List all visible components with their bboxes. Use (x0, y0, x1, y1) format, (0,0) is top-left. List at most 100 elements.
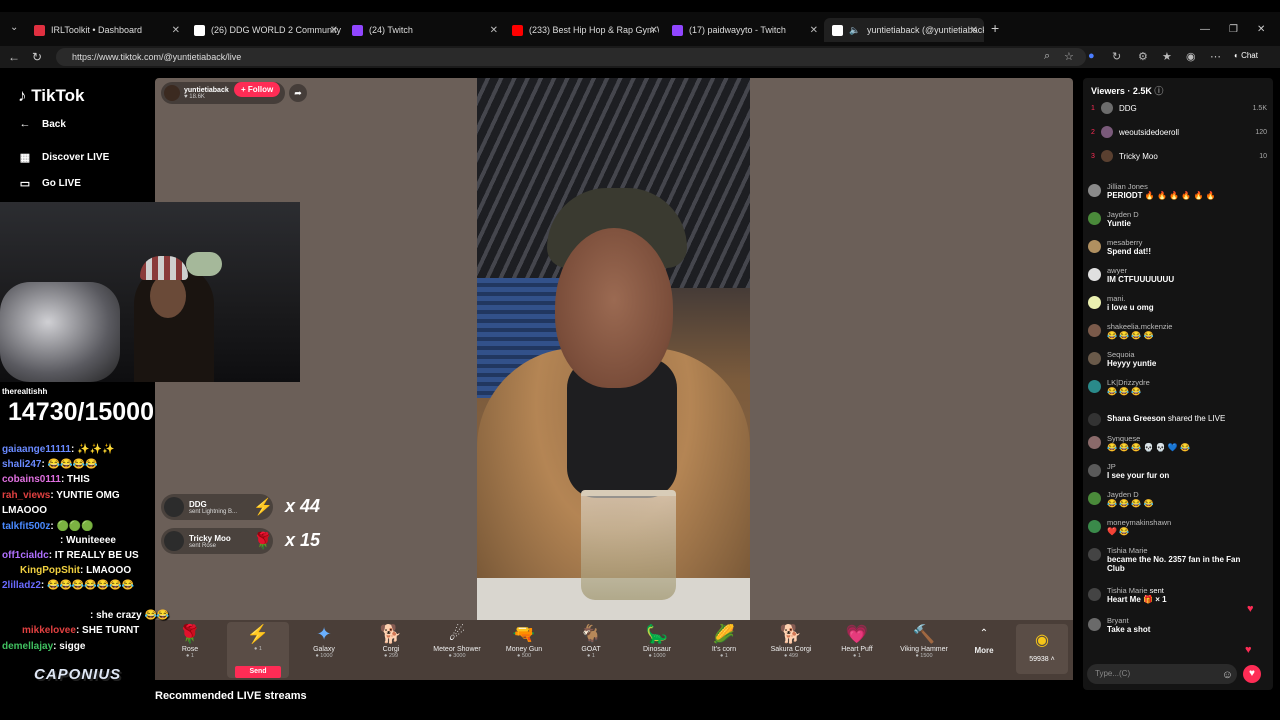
gift-rose[interactable]: 🌹 Rose ● 1 (159, 622, 221, 678)
extension-icon[interactable]: ● (1088, 50, 1095, 62)
gift-price: ● 1500 (915, 653, 933, 659)
back-link[interactable]: ← Back (18, 118, 66, 130)
avatar (1101, 102, 1113, 114)
tab-twitch[interactable]: (24) Twitch ✕ (344, 18, 504, 42)
speaker-icon[interactable]: 🔈 (849, 25, 861, 36)
gift-money-gun[interactable]: 🔫 Money Gun ● 500 (493, 622, 555, 678)
profile-avatar[interactable]: ◉ (1186, 50, 1196, 63)
tab-tiktok[interactable]: 🔈 yuntietiaback (@yuntietiaback ✕ (824, 18, 984, 42)
reload-icon[interactable]: ↻ (32, 50, 42, 64)
more-gifts-button[interactable]: ⌃ More (953, 622, 1015, 678)
chat-message: Jillian Jones PERIODT 🔥 🔥 🔥 🔥 🔥 🔥 (1088, 182, 1268, 200)
go-live-link[interactable]: ▭ Go LIVE (18, 177, 81, 190)
tab-list-icon[interactable]: ⌄ (10, 22, 18, 33)
gift-galaxy[interactable]: ✦ Galaxy ● 1000 (293, 622, 355, 678)
chat-user[interactable]: Synquese (1107, 434, 1190, 443)
tab-youtube[interactable]: (233) Best Hip Hop & Rap Gym W ✕ (504, 18, 664, 42)
chat-user[interactable]: Sequoia (1107, 350, 1156, 359)
more-label: More (974, 646, 994, 655)
gift-price: ● 1 (254, 646, 262, 652)
minimize-icon[interactable]: — (1200, 24, 1210, 35)
overlay-line: LMAOOO (2, 505, 47, 519)
copilot-chat-button[interactable]: ◐ Chat (1234, 51, 1258, 60)
chat-user[interactable]: Jillian Jones (1107, 182, 1216, 191)
gift-goat[interactable]: 🐐 GOAT ● 1 (560, 622, 622, 678)
overlay-user: cobains0111 (2, 474, 61, 485)
live-video[interactable] (477, 78, 750, 626)
chat-message: LK|Drizzydre 😂 😂 😂 (1088, 378, 1268, 396)
chat-user[interactable]: Tishia Marie (1107, 546, 1257, 555)
chat-user[interactable]: JP (1107, 462, 1169, 471)
chat-message: Jayden D 😂 😂 😂 😂 (1088, 490, 1268, 508)
favorite-icon[interactable]: ☆ (1064, 50, 1074, 63)
gift-corgi[interactable]: 🐕 Corgi ● 299 (360, 622, 422, 678)
emoji-icon[interactable]: ☺ (1222, 665, 1233, 685)
close-icon[interactable]: ✕ (490, 25, 498, 36)
zoom-icon[interactable]: ⌕ (1044, 50, 1050, 63)
favorites-bar-icon[interactable]: ★ (1162, 50, 1172, 63)
follow-button[interactable]: + Follow (234, 82, 281, 97)
close-icon[interactable]: ✕ (172, 25, 180, 36)
chat-user[interactable]: awyer (1107, 266, 1174, 275)
hammer-icon: 🔨 (912, 624, 936, 644)
close-icon[interactable]: ✕ (810, 25, 818, 36)
close-window-icon[interactable]: ✕ (1257, 24, 1265, 35)
overlay-user: off1cialdc (2, 550, 49, 561)
overlay-text: : she crazy 😂😂 (90, 610, 170, 621)
chat-user[interactable]: shakeelia.mckenzie (1107, 322, 1172, 331)
avatar (1088, 436, 1101, 449)
close-icon[interactable]: ✕ (650, 25, 658, 36)
chat-user[interactable]: Shana Greeson (1107, 414, 1166, 423)
chat-input[interactable]: Type...(C) ☺ (1087, 664, 1237, 684)
galaxy-icon: ✦ (316, 624, 332, 644)
lightning-icon: ⚡ (253, 499, 273, 516)
coin-balance: 59938 ˄ (1029, 656, 1055, 663)
gift-sakura-corgi[interactable]: 🐕 Sakura Corgi ● 499 (760, 622, 822, 678)
gift-viking-hammer[interactable]: 🔨 Viking Hammer ● 1500 (893, 622, 955, 678)
tab-twitch-paidwayyto[interactable]: (17) paidwayyto - Twitch ✕ (664, 18, 824, 42)
maximize-icon[interactable]: ❐ (1229, 24, 1238, 35)
more-menu-icon[interactable]: ⋯ (1210, 50, 1221, 63)
avatar (1088, 492, 1101, 505)
gift-its-corn[interactable]: 🌽 It's corn ● 1 (693, 622, 755, 678)
avatar (1088, 212, 1101, 225)
chat-user[interactable]: Tishia Marie (1107, 586, 1148, 595)
tab-x[interactable]: (26) DDG WORLD 2 Community / ✕ (186, 18, 344, 42)
puzzle-icon[interactable]: ⚙ (1138, 50, 1148, 63)
chat-user[interactable]: LK|Drizzydre (1107, 378, 1150, 387)
chat-user[interactable]: Jayden D (1107, 210, 1139, 219)
share-icon[interactable]: ➦ (289, 84, 307, 102)
coin-balance-button[interactable]: ◉ 59938 ˄ (1016, 624, 1068, 674)
shot-glass (581, 490, 676, 600)
top-viewer[interactable]: 1 DDG 1.5K (1091, 100, 1267, 116)
chat-user[interactable]: moneymakinshawn (1107, 518, 1171, 527)
chat-user[interactable]: mani. (1107, 294, 1154, 303)
url-input[interactable]: https://www.tiktok.com/@yuntietiaback/li… (56, 48, 1086, 66)
chat-user[interactable]: Bryant (1107, 616, 1150, 625)
back-arrow-icon[interactable]: ← (8, 50, 20, 64)
gift-heart-puff[interactable]: 💗 Heart Puff ● 1 (826, 622, 888, 678)
avatar (164, 497, 184, 517)
close-icon[interactable]: ✕ (970, 25, 978, 36)
goat-icon: 🐐 (579, 624, 603, 644)
discover-live-link[interactable]: ▦ Discover LIVE (18, 151, 109, 164)
new-tab-button[interactable]: + (991, 20, 999, 36)
top-viewer[interactable]: 3 Tricky Moo 10 (1091, 148, 1267, 164)
info-icon[interactable]: ⓘ (1154, 86, 1163, 96)
refresh-extension-icon[interactable]: ↻ (1112, 50, 1121, 63)
send-button[interactable]: Send (235, 666, 281, 678)
top-viewer[interactable]: 2 weoutsidedoeroll 120 (1091, 124, 1267, 140)
chat-user[interactable]: Jayden D (1107, 490, 1154, 499)
close-icon[interactable]: ✕ (330, 25, 338, 36)
tiktok-logo[interactable]: ♪ TikTok (18, 86, 84, 106)
chat-message: shakeelia.mckenzie 😂 😂 😂 😂 (1088, 322, 1268, 340)
gift-dinosaur[interactable]: 🦕 Dinosaur ● 1000 (626, 622, 688, 678)
chat-user[interactable]: mesaberry (1107, 238, 1151, 247)
gift-meteor-shower[interactable]: ☄ Meteor Shower ● 3000 (426, 622, 488, 678)
avatar (1088, 268, 1101, 281)
tab-irltoolkit[interactable]: IRLToolkit • Dashboard ✕ (26, 18, 186, 42)
gift-lightning[interactable]: ⚡ ● 1 Send (227, 622, 289, 678)
viewer-count: 1.5K (1252, 104, 1267, 112)
overlay-user: demellajay (2, 641, 54, 652)
like-heart-button[interactable]: ♥ (1243, 665, 1261, 683)
